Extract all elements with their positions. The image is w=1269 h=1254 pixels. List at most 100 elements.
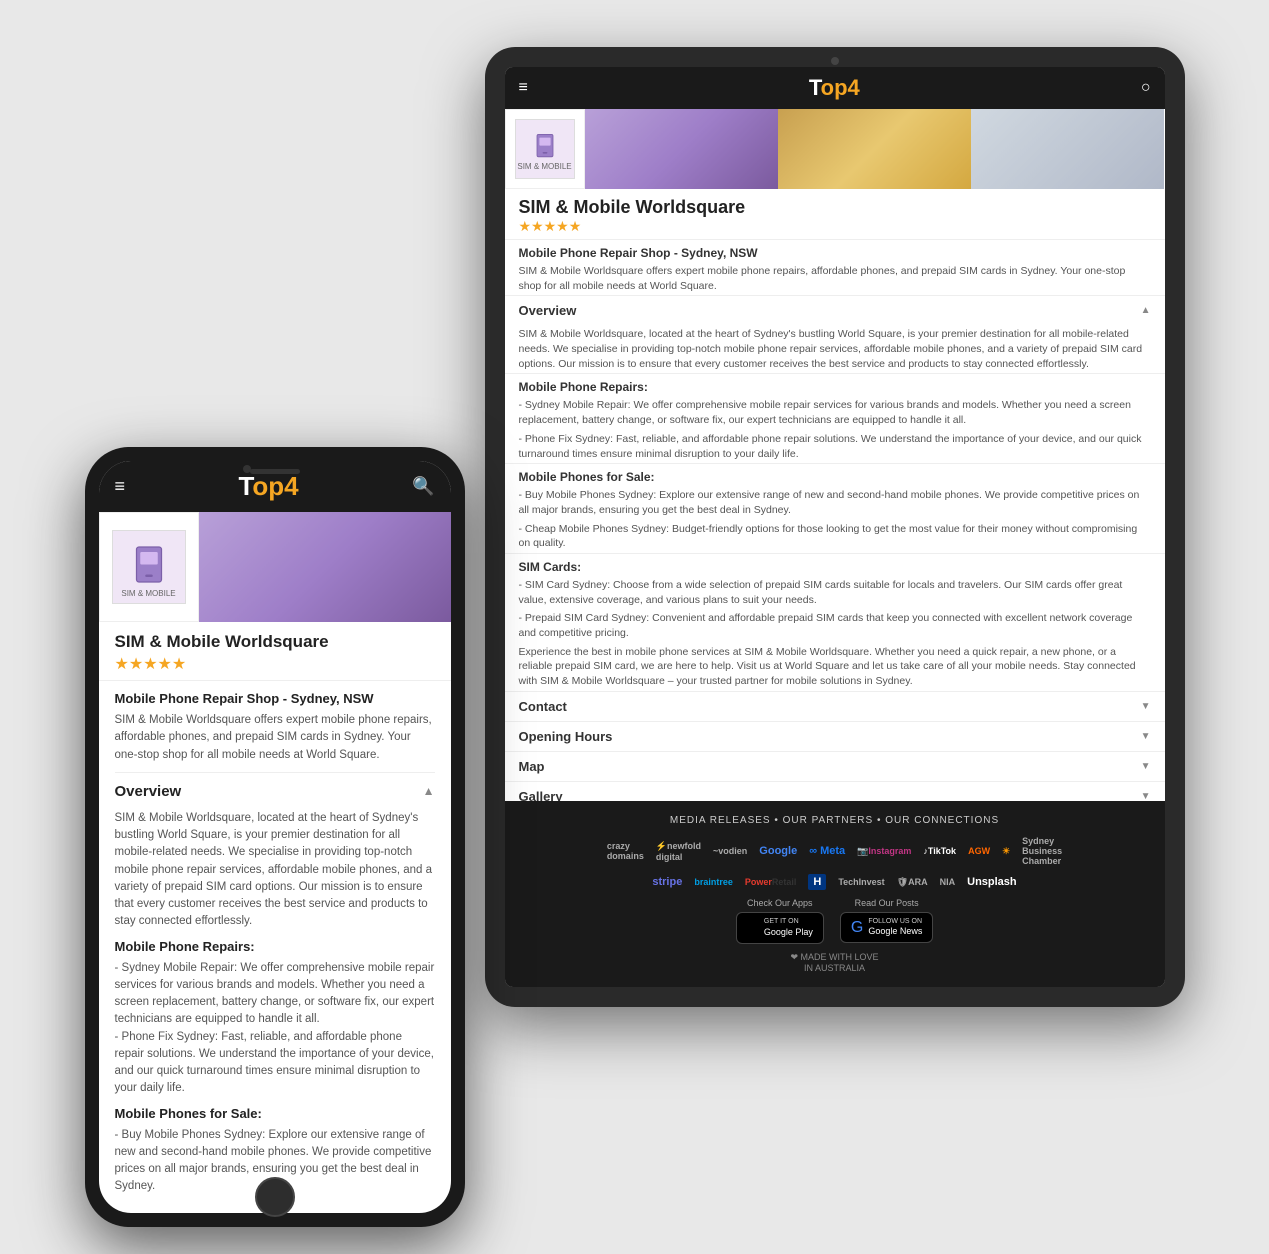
phone-repair2: - Phone Fix Sydney: Fast, reliable, and … <box>115 1029 435 1098</box>
tablet-repair2: - Phone Fix Sydney: Fast, reliable, and … <box>505 430 1165 463</box>
tablet-search-icon[interactable]: ○ <box>1141 79 1151 97</box>
phone-overview-text: SIM & Mobile Worldsquare, located at the… <box>115 810 435 931</box>
tablet-phone2: - Cheap Mobile Phones Sydney: Budget-fri… <box>505 520 1165 553</box>
tablet-content: Mobile Phone Repair Shop - Sydney, NSW S… <box>505 239 1165 801</box>
tablet-short-desc: SIM & Mobile Worldsquare offers expert m… <box>505 262 1165 295</box>
business-logo: SIM & MOBILE <box>515 119 575 179</box>
tablet-closing: Experience the best in mobile phone serv… <box>505 643 1165 691</box>
scene: ≡ Top4 ○ SIM & MOBILE <box>85 27 1185 1227</box>
tablet-stars: ★★★★★ <box>519 218 1151 235</box>
partner-agw: AGW <box>968 846 990 856</box>
google-news-text: FOLLOW US ON Google News <box>868 918 922 937</box>
check-apps-section: Check Our Apps ▶ GET IT ON Google Play <box>736 898 824 944</box>
phone-biz-header: SIM & Mobile Worldsquare ★★★★★ <box>99 622 451 681</box>
google-news-button[interactable]: G FOLLOW US ON Google News <box>840 912 933 943</box>
tablet-logo: Top4 <box>809 75 860 101</box>
phone-hero-logo: SIM & MOBILE <box>99 512 199 622</box>
tablet-map-accordion[interactable]: Map ▼ <box>505 751 1165 781</box>
phone-screen: ≡ Top4 🔍 SIM & MOBILE <box>99 461 451 1213</box>
tablet-overview-chevron: ▲ <box>1141 305 1151 316</box>
phone-biz-title: SIM & Mobile Worldsquare <box>115 632 435 652</box>
partner-vodien: ~vodien <box>713 846 747 856</box>
tablet-biz-header: SIM & Mobile Worldsquare ★★★★★ <box>505 189 1165 239</box>
phone-search-button[interactable]: 🔍 <box>412 476 434 497</box>
partner-meta: ∞ Meta <box>809 845 845 857</box>
partner-instagram: 📷Instagram <box>857 846 911 857</box>
phone-logo-label: SIM & MOBILE <box>121 589 175 598</box>
google-play-icon: ▶ <box>747 918 759 938</box>
partner-ara: 🛡ARA <box>897 877 928 888</box>
tablet-partners-row2: stripe braintree PowerRetail H TechInves… <box>519 874 1151 890</box>
google-play-text: GET IT ON Google Play <box>764 918 813 937</box>
tablet-contact-accordion[interactable]: Contact ▼ <box>505 691 1165 721</box>
phone-repairs-section: Mobile Phone Repairs: - Sydney Mobile Re… <box>115 939 435 1098</box>
phone-hero-img <box>199 512 451 622</box>
tablet-phones-heading: Mobile Phones for Sale: <box>505 463 1165 486</box>
tablet-map-label: Map <box>519 759 545 774</box>
tablet-repairs-heading: Mobile Phone Repairs: <box>505 373 1165 396</box>
google-play-button[interactable]: ▶ GET IT ON Google Play <box>736 912 824 944</box>
partner-newfold: ⚡newfolddigital <box>656 841 701 862</box>
partner-stripe: stripe <box>652 876 682 888</box>
tablet-overview-accordion[interactable]: Overview ▲ <box>505 295 1165 325</box>
tablet-contact-label: Contact <box>519 699 567 714</box>
tablet-gallery-label: Gallery <box>519 789 563 801</box>
phone-overview-accordion[interactable]: Overview ▲ <box>115 772 435 810</box>
phone-category: Mobile Phone Repair Shop - Sydney, NSW <box>115 691 435 706</box>
tablet-map-chevron: ▼ <box>1141 761 1151 772</box>
partner-crazy-domains: crazydomains <box>607 841 644 861</box>
tablet-hero-img2 <box>778 109 971 189</box>
phone-camera <box>243 465 251 473</box>
tablet-gallery-chevron: ▼ <box>1141 791 1151 801</box>
phone-content: Mobile Phone Repair Shop - Sydney, NSW S… <box>99 681 451 1213</box>
tablet-sim-heading: SIM Cards: <box>505 553 1165 576</box>
partner-google: Google <box>759 845 797 857</box>
read-posts-section: Read Our Posts G FOLLOW US ON Google New… <box>840 898 933 944</box>
phone-overview-chevron: ▲ <box>423 784 435 798</box>
tablet-device: ≡ Top4 ○ SIM & MOBILE <box>485 47 1185 1007</box>
tablet-category: Mobile Phone Repair Shop - Sydney, NSW <box>505 239 1165 262</box>
tablet-camera <box>831 57 839 65</box>
partner-tiktok: ♪TikTok <box>923 846 956 856</box>
tablet-footer-love: ❤ MADE WITH LOVEIN AUSTRALIA <box>519 952 1151 973</box>
phone-short-desc: SIM & Mobile Worldsquare offers expert m… <box>115 712 435 764</box>
phone-speaker <box>250 469 300 474</box>
partner-nia: NIA <box>940 877 956 887</box>
phone-hero: SIM & MOBILE <box>99 512 451 622</box>
tablet-contact-chevron: ▼ <box>1141 701 1151 712</box>
check-apps-label: Check Our Apps <box>736 898 824 908</box>
read-posts-label: Read Our Posts <box>840 898 933 908</box>
phone-device: ≡ Top4 🔍 SIM & MOBILE <box>85 447 465 1227</box>
phone-home-button[interactable] <box>255 1177 295 1217</box>
partner-sunrise: ☀ <box>1002 846 1010 857</box>
phone-stars: ★★★★★ <box>115 654 435 674</box>
phone-phones-heading: Mobile Phones for Sale: <box>115 1106 435 1121</box>
tablet-overview-text: SIM & Mobile Worldsquare, located at the… <box>505 325 1165 373</box>
tablet-screen: ≡ Top4 ○ SIM & MOBILE <box>505 67 1165 987</box>
tablet-menu-icon[interactable]: ≡ <box>519 79 528 97</box>
tablet-repair1: - Sydney Mobile Repair: We offer compreh… <box>505 396 1165 429</box>
tablet-hours-label: Opening Hours <box>519 729 613 744</box>
phone-repair1: - Sydney Mobile Repair: We offer compreh… <box>115 960 435 1029</box>
phone-business-logo: SIM & MOBILE <box>112 530 186 604</box>
partner-unsplash: Unsplash <box>967 876 1017 888</box>
tablet-hero-img1 <box>585 109 778 189</box>
tablet-phone1: - Buy Mobile Phones Sydney: Explore our … <box>505 486 1165 519</box>
tablet-sim1: - SIM Card Sydney: Choose from a wide se… <box>505 576 1165 609</box>
tablet-partners-row1: crazydomains ⚡newfolddigital ~vodien Goo… <box>519 836 1151 866</box>
tablet-hours-accordion[interactable]: Opening Hours ▼ <box>505 721 1165 751</box>
phone-menu-icon[interactable]: ≡ <box>115 476 126 497</box>
partner-braintree: braintree <box>694 877 733 887</box>
tablet-hero: SIM & MOBILE <box>505 109 1165 189</box>
partner-sydney-chamber: SydneyBusinessChamber <box>1022 836 1062 866</box>
tablet-hero-img3 <box>971 109 1164 189</box>
partner-techinvest: TechInvest <box>838 877 884 887</box>
partner-hilton: H <box>808 874 826 890</box>
phone-repairs-heading: Mobile Phone Repairs: <box>115 939 435 954</box>
tablet-header: ≡ Top4 ○ <box>505 67 1165 109</box>
tablet-media-title: MEDIA RELEASES • OUR PARTNERS • OUR CONN… <box>519 815 1151 826</box>
tablet-sim2: - Prepaid SIM Card Sydney: Convenient an… <box>505 609 1165 642</box>
tablet-biz-title: SIM & Mobile Worldsquare <box>519 197 1151 218</box>
tablet-gallery-accordion[interactable]: Gallery ▼ <box>505 781 1165 801</box>
logo-label: SIM & MOBILE <box>517 162 571 171</box>
